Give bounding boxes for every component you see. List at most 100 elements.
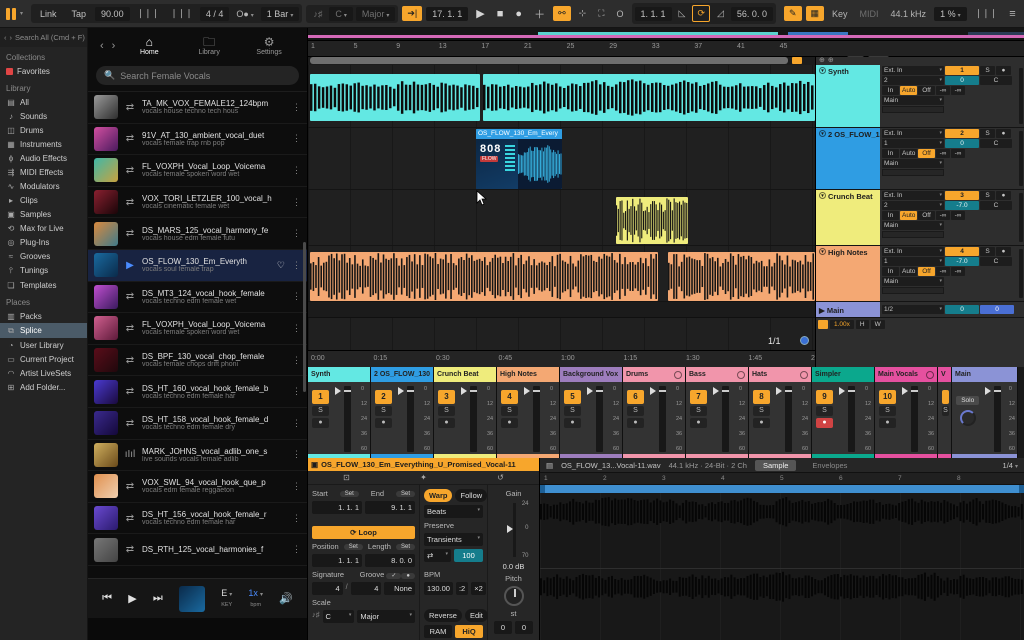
track-number-button[interactable]: 2 [945, 129, 979, 138]
splice-search-input[interactable]: 🔍Search Female Vocals [96, 66, 299, 85]
strip-fader[interactable] [395, 384, 421, 454]
key-selector[interactable]: E▾KEY [221, 589, 232, 609]
collapse-icon[interactable]: ▾ [819, 130, 826, 137]
sample-beat-ruler[interactable]: 12345678 [540, 473, 1024, 485]
overview-toggle-icon[interactable]: ≡ [1005, 6, 1019, 22]
strip-number-button[interactable]: 10 [879, 390, 896, 404]
strip-number-button[interactable]: 3 [438, 390, 455, 404]
sidebar-item-sounds[interactable]: ♪Sounds [0, 109, 87, 123]
pan-value[interactable]: C [980, 139, 1012, 148]
strip-arm-button[interactable]: ● [816, 418, 833, 428]
beat-time-ruler[interactable]: 159131721252933374145 Set ✎ 🔒 [308, 41, 1024, 57]
midi-map-button[interactable]: MIDI [856, 7, 883, 21]
monitor-in[interactable]: In [882, 149, 899, 158]
punch-out-button[interactable]: ◿ [713, 6, 728, 21]
re-enable-automation-button[interactable]: O [612, 7, 627, 21]
strip-solo-button[interactable]: S [753, 406, 770, 416]
audio-clip-synth[interactable] [483, 74, 815, 121]
nudge-up-icon[interactable]: ❘❘❘ [166, 6, 197, 21]
sidebar-item-plug-ins[interactable]: ◎Plug-Ins [0, 235, 87, 249]
sample-loop-bar[interactable] [540, 485, 1024, 493]
output-menu[interactable]: Main [882, 96, 944, 105]
ableton-logo[interactable]: ▾ [6, 8, 23, 20]
pan-value[interactable]: C [980, 257, 1012, 266]
loop-icon[interactable]: ⇄ [123, 386, 137, 397]
strip-solo-button[interactable]: S [312, 406, 329, 416]
overdub-button[interactable]: ⊹ [575, 6, 591, 21]
set-start-button[interactable]: Set [340, 491, 359, 497]
volume-icon[interactable]: 🔊 [279, 592, 293, 605]
set-length-button[interactable]: Set [396, 544, 415, 550]
strip-fader[interactable] [836, 384, 862, 454]
strip-arm-button[interactable]: ● [312, 418, 329, 428]
tab-envelopes[interactable]: Envelopes [804, 460, 855, 471]
sample-waveform[interactable] [540, 493, 1024, 640]
clip-end-value[interactable]: 9. 1. 1 [365, 501, 415, 514]
follow-button[interactable]: ➔| [402, 6, 422, 21]
mixer-track-title[interactable]: Crunch Beat [434, 367, 496, 382]
play-circle-icon[interactable]: ▶ [819, 306, 827, 315]
pitch-knob[interactable] [504, 586, 524, 606]
tempo-display[interactable]: 90.00 [95, 7, 130, 21]
mixer-strip-2-os-flow-130[interactable]: 2 OS_FLOW_1302S●012243660 [371, 367, 434, 458]
sidebar-item-user-library[interactable]: ◔User Library [0, 338, 87, 352]
loop-icon[interactable]: ⇄ [123, 102, 137, 113]
strip-arm-button[interactable]: ● [753, 418, 770, 428]
width-button[interactable]: W [871, 320, 885, 329]
sidebar-item-clips[interactable]: ▸Clips [0, 193, 87, 207]
pan-value[interactable]: C [980, 76, 1012, 85]
track-header-3[interactable]: ▾Crunch BeatExt. In3S●2-7.0CInAutoOff-∞-… [816, 190, 1024, 246]
strip-arm-button[interactable]: ● [501, 418, 518, 428]
strip-fader[interactable] [458, 384, 484, 454]
sample-zoom-menu[interactable]: 1/4▾ [1003, 461, 1018, 470]
strip-arm-button[interactable]: ● [438, 418, 455, 428]
sample-row[interactable]: ⇄DS_HT_158_vocal_hook_female_dvocals tec… [88, 408, 307, 440]
capture-midi-button[interactable]: ⚯ [553, 6, 571, 21]
strip-number-button[interactable] [942, 390, 949, 404]
sidebar-item-add-folder[interactable]: ⊞Add Folder... [0, 380, 87, 394]
record-button[interactable]: ● [511, 6, 526, 22]
splice-forward-icon[interactable]: › [108, 40, 120, 52]
loop-icon[interactable]: ⇄ [123, 323, 137, 334]
sample-row[interactable]: ⇄91V_AT_130_ambient_vocal_duetvocals fem… [88, 124, 307, 156]
arm-button[interactable]: ● [996, 191, 1011, 200]
mixer-track-title[interactable]: 2 OS_FLOW_130 [371, 367, 433, 382]
main-track-lane[interactable] [308, 302, 815, 318]
edit-button[interactable]: Edit [465, 609, 488, 622]
solo-button[interactable]: S [980, 191, 995, 200]
mixer-strip-main[interactable]: MainSolo012243660 [952, 367, 1018, 458]
sample-row[interactable]: ⇄DS_RTH_125_vocal_harmonies_f⋮ [88, 534, 307, 566]
link-button[interactable]: Link [34, 7, 63, 21]
strip-solo-button[interactable]: S [690, 406, 707, 416]
freeze-icon[interactable] [674, 371, 682, 379]
sample-row[interactable]: ⇄DS_MT3_124_vocal_hook_femalevocals tech… [88, 282, 307, 314]
strip-solo-button[interactable]: S [879, 406, 896, 416]
send-a-value[interactable]: -∞ [936, 211, 950, 220]
send-a-value[interactable]: -∞ [936, 149, 950, 158]
signature-numerator[interactable]: 4 [312, 582, 343, 595]
input-channel-menu[interactable]: 2 [882, 201, 944, 210]
strip-number-button[interactable]: 8 [753, 390, 770, 404]
loop-icon[interactable]: ⇄ [123, 291, 137, 302]
quantize-menu[interactable]: 1 Bar▾ [261, 7, 300, 21]
sidebar-item-max-for-live[interactable]: ⟲Max for Live [0, 221, 87, 235]
sidebar-item-samples[interactable]: ▣Samples [0, 207, 87, 221]
loop-start-display[interactable]: 1. 1. 1 [635, 7, 672, 21]
stop-button[interactable]: ■ [493, 6, 508, 22]
strip-number-button[interactable]: 4 [501, 390, 518, 404]
send-b-value[interactable]: -∞ [951, 149, 965, 158]
monitor-auto[interactable]: Auto [900, 149, 917, 158]
mixer-strip-main-vocals[interactable]: Main Vocals10S●012243660 [875, 367, 938, 458]
audio-clip-synth[interactable] [310, 74, 480, 121]
sidebar-item-instruments[interactable]: ▦Instruments [0, 137, 87, 151]
loop-end-marker[interactable] [792, 57, 802, 64]
previous-icon[interactable]: ⏮ [102, 592, 112, 605]
input-type-menu[interactable]: Ext. In [882, 66, 944, 75]
send-a-value[interactable]: -∞ [936, 86, 950, 95]
more-menu-icon[interactable]: ⋮ [290, 544, 303, 555]
play-button[interactable]: ▶ [472, 5, 488, 22]
more-menu-icon[interactable]: ⋮ [290, 291, 303, 302]
arrangement-overview[interactable] [308, 28, 1024, 41]
sidebar-item-packs[interactable]: ▥Packs [0, 309, 87, 323]
nudge-down-icon[interactable]: ❘❘❘ [133, 6, 164, 21]
